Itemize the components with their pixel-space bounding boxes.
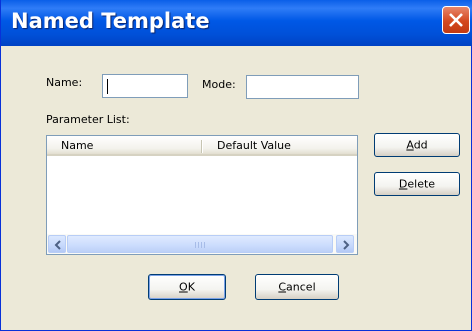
- name-label: Name:: [46, 76, 83, 89]
- delete-label: elete: [407, 177, 436, 191]
- title-bar[interactable]: Named Template: [1, 0, 472, 46]
- chevron-right-icon: [343, 240, 350, 250]
- horizontal-scrollbar[interactable]: [47, 234, 357, 254]
- cancel-mnemonic: C: [278, 280, 287, 294]
- parameter-list[interactable]: Name Default Value: [46, 135, 358, 255]
- text-caret: [107, 79, 108, 94]
- column-header-name[interactable]: Name: [61, 139, 93, 152]
- add-mnemonic: A: [406, 138, 414, 152]
- chevron-left-icon: [54, 240, 61, 250]
- mode-label: Mode:: [202, 78, 236, 91]
- add-label: dd: [413, 138, 428, 152]
- name-input[interactable]: [102, 74, 188, 98]
- mode-input[interactable]: [246, 75, 359, 99]
- column-header-default-value[interactable]: Default Value: [217, 139, 291, 152]
- named-template-dialog: Named Template Name: Mode: Parameter Lis…: [0, 0, 472, 331]
- cancel-label: ancel: [286, 280, 316, 294]
- dialog-title: Named Template: [11, 9, 210, 33]
- ok-label: K: [187, 280, 195, 294]
- add-button[interactable]: Add: [374, 133, 460, 157]
- close-button[interactable]: [442, 6, 470, 34]
- delete-button[interactable]: Delete: [374, 172, 460, 196]
- scroll-thumb[interactable]: [67, 235, 333, 253]
- ok-mnemonic: O: [179, 280, 188, 294]
- cancel-button[interactable]: Cancel: [255, 274, 339, 300]
- ok-button[interactable]: OK: [148, 274, 226, 300]
- scroll-right-button[interactable]: [336, 235, 354, 253]
- close-icon: [449, 13, 463, 27]
- scroll-left-button[interactable]: [48, 235, 66, 253]
- list-header: Name Default Value: [47, 136, 357, 156]
- parameter-list-label: Parameter List:: [46, 113, 130, 126]
